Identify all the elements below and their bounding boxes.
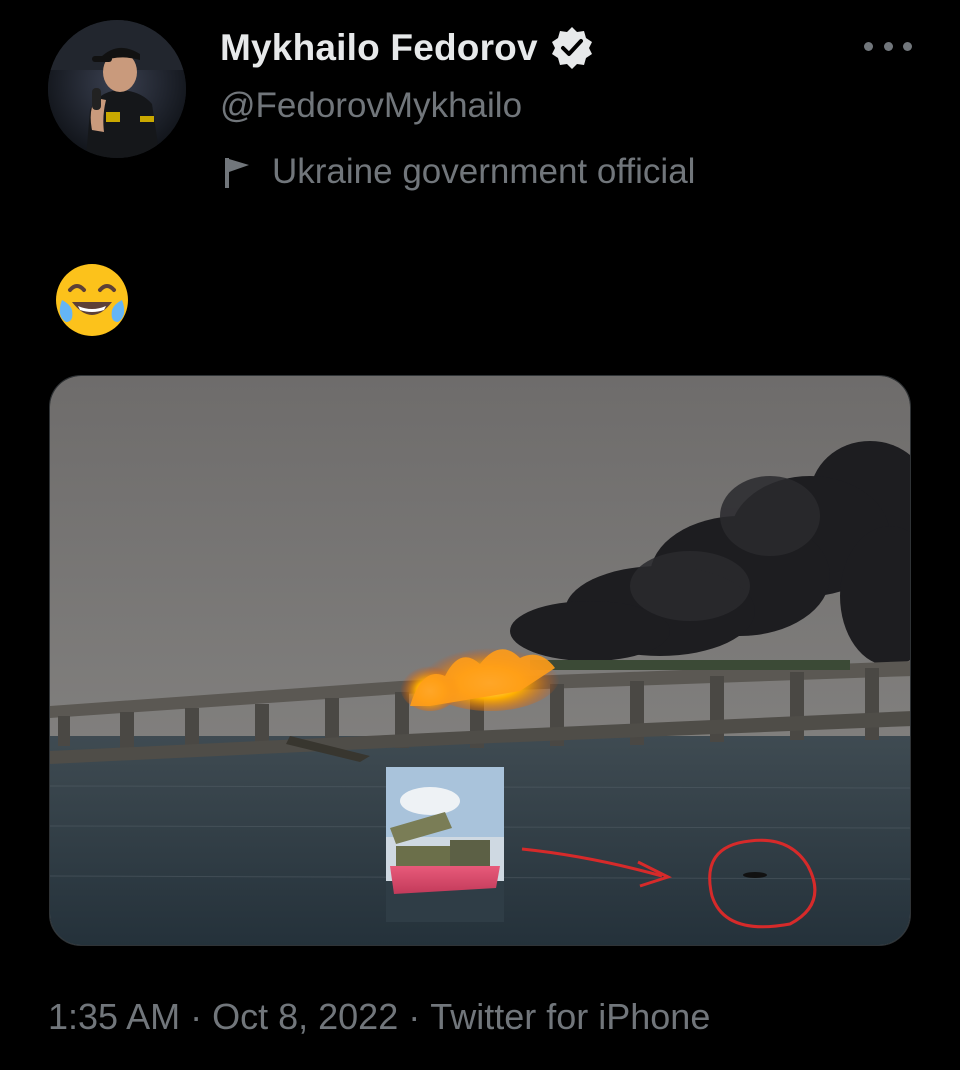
tweet-meta: 1:35 AM · Oct 8, 2022 · Twitter for iPho… [48,996,710,1038]
face-with-tears-of-joy-icon [56,264,128,336]
avatar-image [48,20,186,158]
tweet-photo[interactable] [49,375,911,946]
government-label[interactable]: Ukraine government official [222,152,695,192]
author-handle[interactable]: @FedorovMykhailo [220,86,522,126]
bridge-fire-photo [50,376,910,945]
meta-separator: · [398,996,431,1037]
tweet-time[interactable]: 1:35 AM [48,996,180,1038]
verified-badge-icon [551,27,592,69]
flag-icon [225,158,249,188]
author-name[interactable]: Mykhailo Fedorov [220,27,538,69]
meta-separator: · [180,996,213,1037]
author-name-row[interactable]: Mykhailo Fedorov [220,24,596,72]
tweet-date[interactable]: Oct 8, 2022 [212,996,398,1038]
more-options-icon[interactable] [864,34,912,58]
inset-photo [386,767,504,922]
government-label-text: Ukraine government official [272,152,696,191]
avatar[interactable] [48,20,186,158]
tweet-source[interactable]: Twitter for iPhone [430,996,710,1038]
